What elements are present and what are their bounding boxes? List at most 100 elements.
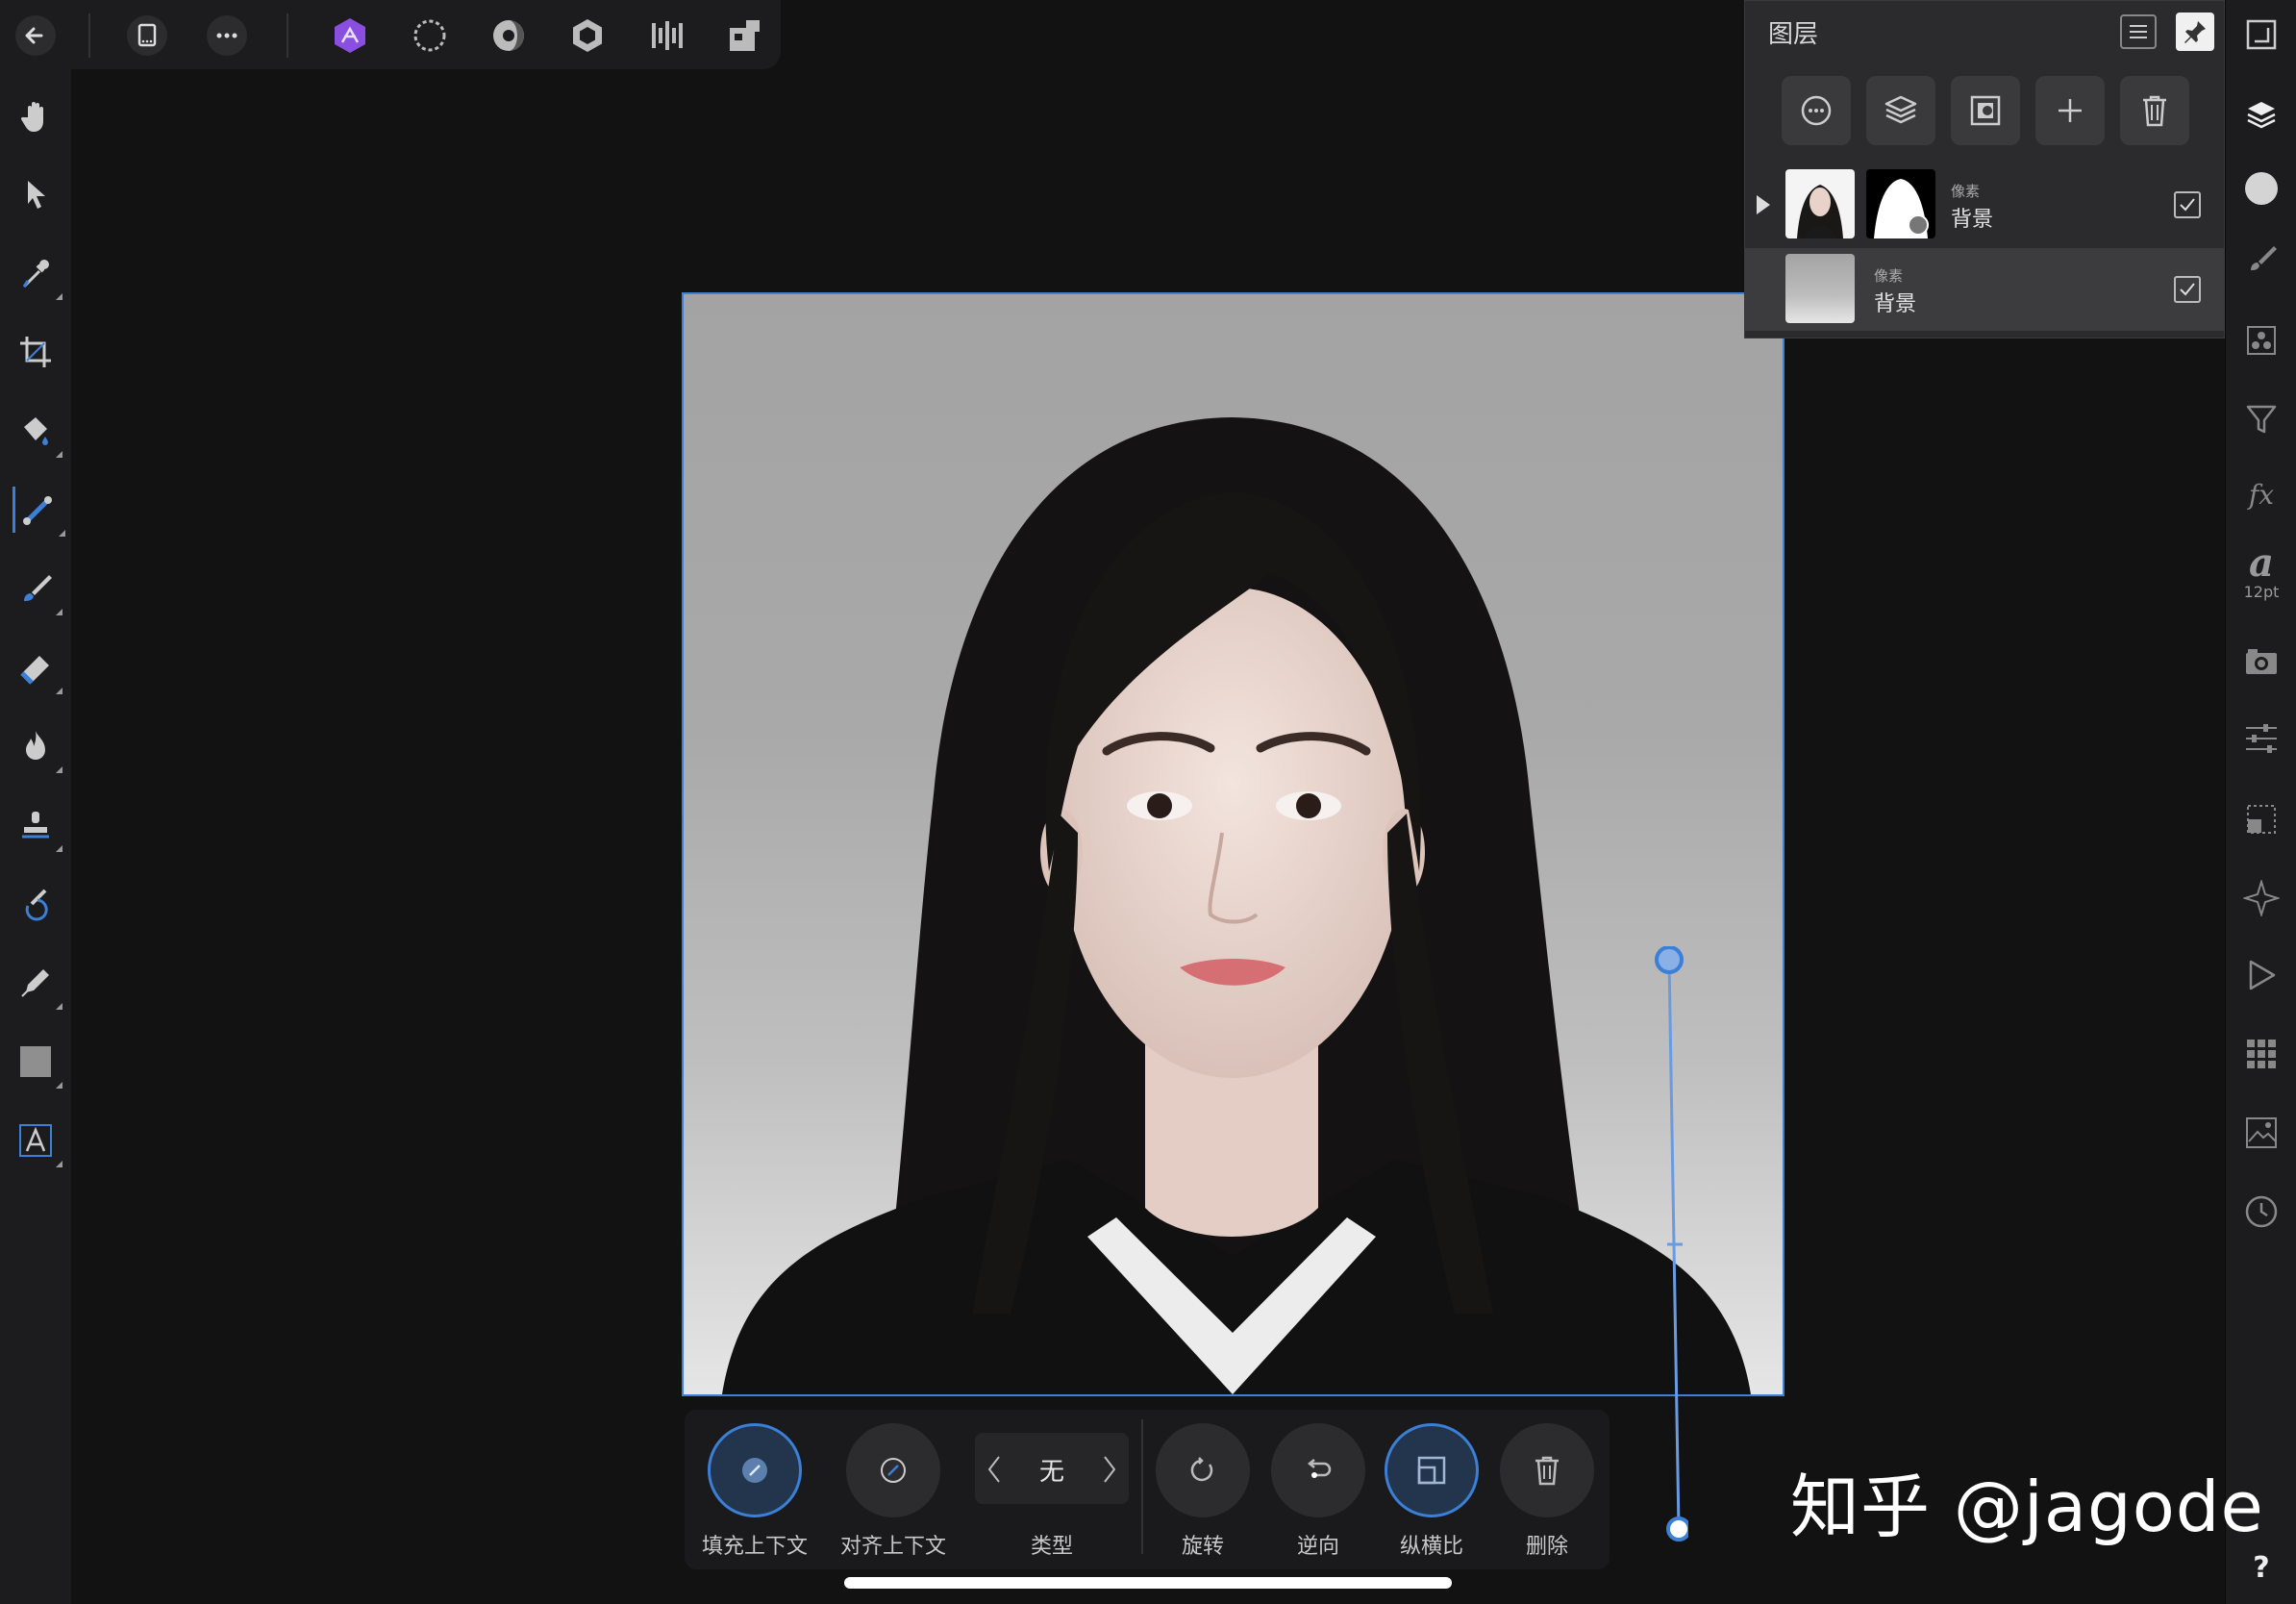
stock-icon[interactable] bbox=[2238, 1031, 2284, 1077]
pen-tool[interactable] bbox=[12, 960, 62, 1010]
tool-flyout-indicator bbox=[59, 530, 65, 537]
watermark: 知乎 @jagode bbox=[1790, 1466, 2264, 1547]
burn-brush-tool[interactable] bbox=[12, 723, 62, 773]
artistic-text-tool[interactable] bbox=[12, 1117, 62, 1167]
tool-flyout-indicator bbox=[56, 1003, 62, 1010]
photo-persona-icon[interactable] bbox=[328, 13, 372, 58]
canvas-icon[interactable] bbox=[2238, 12, 2284, 58]
tool-flyout-indicator bbox=[56, 766, 62, 773]
layers-panel: 图层 像素 背景 像素 背景 bbox=[1744, 0, 2225, 338]
mask-thumbnail bbox=[1866, 169, 1935, 238]
expand-arrow-icon[interactable] bbox=[1757, 195, 1770, 214]
adjustments-icon[interactable] bbox=[2238, 715, 2284, 762]
canvas-image[interactable] bbox=[682, 292, 1784, 1396]
aspect-ratio-label: 纵横比 bbox=[1399, 1535, 1463, 1559]
toolbar-separator bbox=[287, 13, 288, 58]
tool-flyout-indicator bbox=[56, 609, 62, 615]
color-icon[interactable] bbox=[2238, 165, 2284, 212]
toolbar-separator bbox=[1141, 1419, 1143, 1554]
help-icon[interactable]: ? bbox=[2238, 1544, 2284, 1591]
gradient-handle[interactable] bbox=[1650, 946, 1688, 1542]
fill-context-button[interactable] bbox=[708, 1423, 802, 1517]
layers-panel-title: 图层 bbox=[1768, 20, 1819, 49]
align-context-label: 对齐上下文 bbox=[839, 1535, 946, 1559]
document-icon[interactable] bbox=[125, 13, 169, 58]
delete-layer-button[interactable] bbox=[2120, 76, 2189, 145]
pin-icon[interactable] bbox=[2176, 13, 2214, 51]
clone-tool[interactable] bbox=[12, 802, 62, 852]
type-value: 无 bbox=[1038, 1458, 1064, 1487]
macro-icon[interactable] bbox=[2238, 952, 2284, 998]
history-icon[interactable] bbox=[2238, 1189, 2284, 1235]
chevron-left-icon[interactable] bbox=[985, 1454, 1004, 1485]
reverse-button[interactable] bbox=[1271, 1423, 1365, 1517]
erase-brush-tool[interactable] bbox=[12, 644, 62, 694]
aspect-ratio-button[interactable] bbox=[1385, 1423, 1479, 1517]
image-icon[interactable] bbox=[2238, 1110, 2284, 1156]
gradient-tool[interactable] bbox=[12, 487, 65, 537]
text-glyph: a bbox=[2249, 539, 2274, 586]
top-toolbar bbox=[0, 0, 781, 69]
tool-flyout-indicator bbox=[56, 1082, 62, 1089]
camera-icon[interactable] bbox=[2238, 639, 2284, 685]
type-label: 类型 bbox=[1030, 1535, 1073, 1559]
layer-thumbnail bbox=[1785, 254, 1855, 323]
tone-mapping-persona-icon[interactable] bbox=[565, 13, 610, 58]
back-icon[interactable] bbox=[13, 13, 58, 58]
crop-tool[interactable] bbox=[12, 329, 59, 375]
add-layer-button[interactable] bbox=[2035, 76, 2105, 145]
export-persona-icon[interactable] bbox=[644, 13, 688, 58]
filter-icon[interactable] bbox=[2238, 396, 2284, 442]
type-selector[interactable]: 无 bbox=[975, 1433, 1129, 1504]
undo-brush-tool[interactable] bbox=[12, 881, 59, 927]
reverse-label: 逆向 bbox=[1296, 1535, 1339, 1559]
home-indicator[interactable] bbox=[844, 1577, 1452, 1589]
more-icon[interactable] bbox=[205, 13, 249, 58]
tools-panel bbox=[0, 69, 71, 1604]
layer-row[interactable]: 像素 背景 bbox=[1745, 163, 2224, 246]
context-toolbar: 填充上下文 对齐上下文 无 类型 旋转 逆向 纵横比 删除 bbox=[685, 1410, 1610, 1569]
color-picker-tool[interactable] bbox=[12, 250, 62, 300]
layer-options-button[interactable] bbox=[1782, 76, 1851, 145]
mask-layer-button[interactable] bbox=[1951, 76, 2020, 145]
tool-flyout-indicator bbox=[56, 1161, 62, 1167]
portrait-photo bbox=[722, 417, 1751, 1394]
tool-flyout-indicator bbox=[56, 451, 62, 458]
toolbar-separator bbox=[88, 13, 90, 58]
paint-brush-tool[interactable] bbox=[12, 565, 62, 615]
liquify-persona-icon[interactable] bbox=[408, 13, 452, 58]
align-context-button[interactable] bbox=[846, 1423, 940, 1517]
layer-row[interactable]: 像素 背景 bbox=[1745, 248, 2224, 331]
rotate-button[interactable] bbox=[1156, 1423, 1250, 1517]
layer-blend-button[interactable] bbox=[1866, 76, 1935, 145]
view-tool[interactable] bbox=[12, 92, 59, 138]
move-tool[interactable] bbox=[12, 171, 59, 217]
layer-name: 背景 bbox=[1951, 208, 1994, 232]
delete-button[interactable] bbox=[1500, 1423, 1594, 1517]
fill-context-label: 填充上下文 bbox=[701, 1535, 808, 1559]
tool-flyout-indicator bbox=[56, 293, 62, 300]
layer-type-label: 像素 bbox=[1951, 183, 1981, 200]
tool-flyout-indicator bbox=[56, 845, 62, 852]
text-icon[interactable]: a 12pt bbox=[2238, 539, 2284, 606]
chevron-right-icon[interactable] bbox=[1100, 1454, 1119, 1485]
delete-label: 删除 bbox=[1525, 1535, 1568, 1559]
pixel-persona-icon[interactable] bbox=[723, 13, 767, 58]
channels-icon[interactable] bbox=[2238, 317, 2284, 363]
rectangle-tool[interactable] bbox=[12, 1039, 62, 1089]
navigator-icon[interactable] bbox=[2238, 875, 2284, 921]
develop-persona-icon[interactable] bbox=[487, 13, 531, 58]
panel-menu-icon[interactable] bbox=[2120, 14, 2157, 49]
layer-name: 背景 bbox=[1874, 292, 1917, 316]
flood-fill-tool[interactable] bbox=[12, 408, 62, 458]
layer-thumbnail bbox=[1785, 169, 1855, 238]
layer-visibility-checkbox[interactable] bbox=[2174, 276, 2201, 303]
rotate-label: 旋转 bbox=[1181, 1535, 1224, 1559]
transform-icon[interactable] bbox=[2238, 796, 2284, 842]
layer-type-label: 像素 bbox=[1874, 267, 1904, 285]
text-size-label: 12pt bbox=[2243, 582, 2280, 601]
layers-icon[interactable] bbox=[2238, 92, 2284, 138]
layer-visibility-checkbox[interactable] bbox=[2174, 191, 2201, 218]
fx-icon[interactable]: fx bbox=[2238, 471, 2284, 517]
brushes-icon[interactable] bbox=[2238, 237, 2284, 283]
